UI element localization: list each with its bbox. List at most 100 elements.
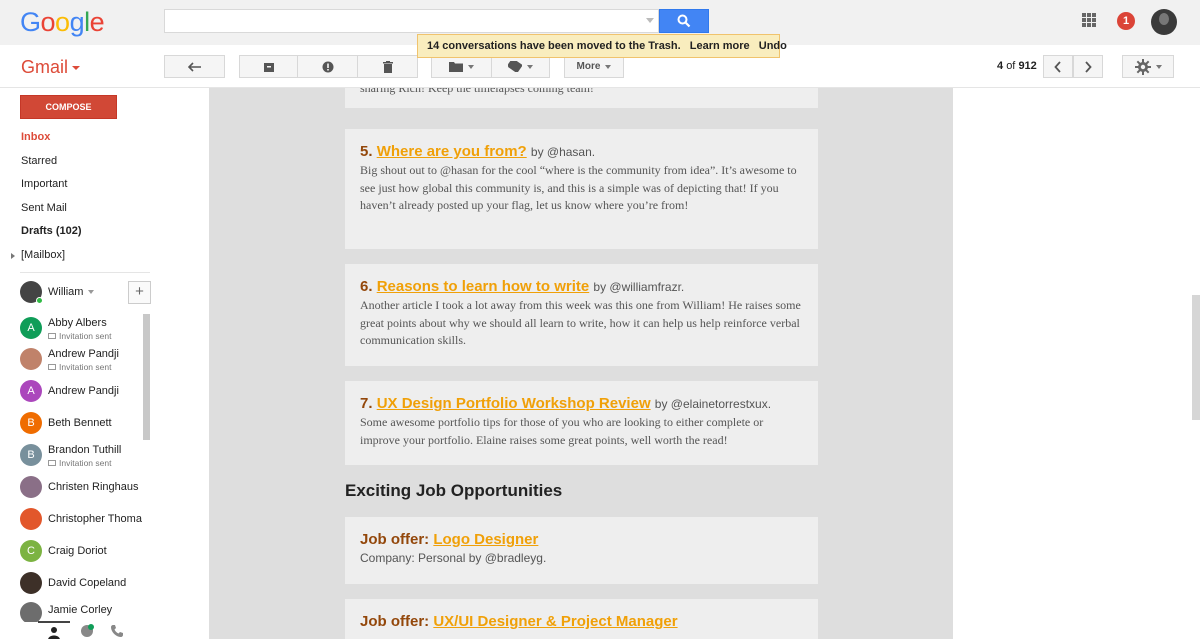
phone-tab[interactable] [110,624,124,638]
item-description: Some awesome portfolio tips for those of… [360,415,764,447]
more-label: More [576,61,601,72]
toast-message: 14 conversations have been moved to the … [427,40,681,52]
logo-letter: o [55,7,70,37]
more-button[interactable]: More [564,55,624,78]
pagination-text: 4 of 912 [997,60,1037,72]
contact-avatar: A [20,380,42,402]
expand-triangle-icon[interactable] [11,253,15,259]
contact-list: A Abby Albers Invitation sent Andrew Pan… [0,313,152,622]
item-number: 5. [360,143,373,160]
sidebar-divider [20,272,150,273]
job-link[interactable]: UX/UI Designer & Project Manager [433,613,677,630]
report-spam-button[interactable] [297,55,358,78]
contacts-tab[interactable] [38,621,70,639]
sidebar-item-sent-mail[interactable]: Sent Mail [21,202,67,214]
chevron-down-icon [1155,64,1162,69]
archive-button[interactable] [239,55,298,78]
sidebar-item-drafts[interactable]: Drafts (102) [21,225,82,237]
sidebar-item-mailbox[interactable]: [Mailbox] [21,249,65,261]
contact-name: Andrew Pandji [48,385,119,397]
user-name-label: William [48,286,84,298]
add-contact-button[interactable]: + [128,281,151,304]
contact-item[interactable]: David Copeland [20,572,150,596]
settings-button[interactable] [1122,55,1174,78]
contact-item[interactable]: A Abby Albers Invitation sent [20,317,150,341]
notification-badge[interactable]: 1 [1117,12,1135,30]
item-number: 7. [360,395,373,412]
labels-button[interactable] [491,55,550,78]
contact-status: Invitation sent [48,458,111,468]
contacts-scrollbar[interactable] [143,314,150,440]
page-scrollbar[interactable] [1192,295,1200,420]
contact-avatar [20,602,42,622]
account-avatar[interactable] [1151,9,1177,35]
learn-more-link[interactable]: Learn more [690,40,750,52]
item-link[interactable]: Where are you from? [377,143,527,160]
folder-icon [449,62,463,72]
contact-item[interactable]: Andrew Pandji Invitation sent [20,348,150,372]
compose-button[interactable]: COMPOSE [20,95,117,119]
job-prefix: Job offer: [360,531,430,548]
contact-item[interactable]: B Brandon Tuthill Invitation sent [20,444,150,468]
online-status-icon [36,297,43,304]
back-arrow-icon [187,61,201,72]
contact-item[interactable]: Jamie Corley [20,602,150,622]
job-link[interactable]: Logo Designer [433,531,538,548]
phone-icon [111,625,123,637]
logo-letter: G [20,7,41,37]
search-input[interactable] [164,9,659,33]
chevron-down-icon [468,64,474,69]
pager-total: 912 [1018,60,1037,72]
contact-status: Invitation sent [48,331,111,341]
back-button[interactable] [164,55,225,78]
contact-status-text: Invitation sent [59,362,112,372]
contact-name: Abby Albers [48,317,107,329]
contact-item[interactable]: A Andrew Pandji [20,380,150,404]
chevron-right-icon [1085,60,1092,73]
contact-avatar [20,476,42,498]
contact-name: Jamie Corley [48,604,113,616]
sidebar-item-inbox[interactable]: Inbox [21,131,50,143]
older-button[interactable] [1073,55,1103,78]
contact-item[interactable]: Christopher Thoma [20,508,150,532]
item-title: 6. Reasons to learn how to write by @wil… [360,278,803,295]
chat-tabs [38,621,128,639]
item-link[interactable]: UX Design Portfolio Workshop Review [377,395,651,412]
right-panel [953,88,1200,639]
apps-grid-icon[interactable] [1082,13,1096,27]
job-title: Job offer: Logo Designer [360,531,803,548]
contact-avatar: C [20,540,42,562]
logo-letter: g [69,7,85,37]
delete-button[interactable] [357,55,418,78]
chevron-down-icon [72,66,81,71]
item-title: 7. UX Design Portfolio Workshop Review b… [360,395,803,412]
sidebar-item-important[interactable]: Important [21,178,67,190]
contact-item[interactable]: B Beth Bennett [20,412,150,436]
contact-status: Invitation sent [48,362,111,372]
item-title: 5. Where are you from? by @hasan. [360,143,803,160]
job-prefix: Job offer: [360,613,430,630]
contact-item[interactable]: Christen Ringhaus [20,476,150,500]
envelope-icon [48,460,56,466]
contact-status-text: Invitation sent [59,458,112,468]
google-logo[interactable]: Google [20,7,105,38]
spam-icon [322,61,333,72]
item-link[interactable]: Reasons to learn how to write [377,278,590,295]
gmail-app-menu[interactable]: Gmail [21,57,81,78]
undo-link[interactable]: Undo [759,40,787,52]
label-icon [508,61,522,72]
newer-button[interactable] [1043,55,1073,78]
envelope-icon [48,364,56,370]
search-button[interactable] [659,9,709,33]
sidebar-item-starred[interactable]: Starred [21,155,57,167]
contact-avatar [20,348,42,370]
item-author: by @elainetorrestxux. [654,397,772,411]
move-to-button[interactable] [431,55,492,78]
archive-icon [263,62,274,72]
contact-item[interactable]: C Craig Doriot [20,540,150,564]
search-options-chevron-icon[interactable] [646,18,654,23]
user-name: William [48,286,95,298]
contact-name: Craig Doriot [48,545,107,557]
hangouts-tab[interactable] [80,624,96,638]
job-item: Job offer: Logo Designer Company: Person… [345,517,818,584]
